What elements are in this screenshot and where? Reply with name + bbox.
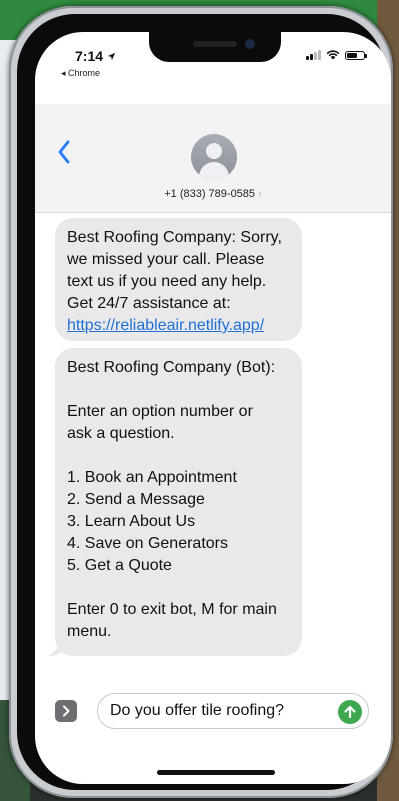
chevron-right-icon: › (258, 188, 262, 200)
phone-frame: 7:14 ◂ Chrome +1 (833) 789-0585 › Best R… (9, 6, 393, 798)
message-spacer (67, 577, 290, 599)
chevron-left-icon[interactable] (57, 140, 71, 169)
conversation-header: +1 (833) 789-0585 › (35, 104, 391, 213)
apps-button[interactable] (55, 700, 77, 722)
person-icon-body (199, 162, 229, 180)
message-input[interactable]: Do you offer tile roofing? (97, 693, 369, 729)
menu-option: 3. Learn About Us (67, 513, 196, 530)
arrow-up-icon (344, 705, 356, 719)
speaker-grille (193, 41, 237, 47)
message-line: Get 24/7 assistance at: (67, 295, 231, 312)
message-input-value: Do you offer tile roofing? (110, 702, 285, 719)
battery-icon (345, 51, 367, 60)
send-button[interactable] (338, 700, 362, 724)
menu-option: 4. Save on Generators (67, 535, 228, 552)
chevron-right-icon (63, 705, 70, 717)
cellular-signal-icon (306, 50, 321, 60)
contact-number[interactable]: +1 (833) 789-0585 › (35, 188, 391, 200)
message-line: Best Roofing Company (Bot): (67, 359, 276, 376)
message-spacer (67, 445, 290, 467)
message-bubble-2[interactable]: Best Roofing Company (Bot): Enter an opt… (55, 348, 302, 656)
message-line: Best Roofing Company: Sorry, (67, 229, 282, 246)
message-line: ask a question. (67, 425, 175, 442)
message-composer: Do you offer tile roofing? (35, 686, 391, 730)
contact-avatar[interactable] (191, 134, 237, 180)
back-to-chrome-link[interactable]: ◂ Chrome (61, 68, 100, 79)
notch (149, 32, 281, 62)
message-line: menu. (67, 623, 112, 640)
status-icons (306, 50, 367, 60)
home-indicator[interactable] (157, 770, 275, 775)
contact-number-text: +1 (833) 789-0585 (164, 188, 256, 200)
person-icon-head (206, 143, 222, 159)
menu-option: 2. Send a Message (67, 491, 205, 508)
message-line: Enter an option number or (67, 403, 253, 420)
front-camera (245, 39, 255, 49)
location-arrow-icon (107, 52, 116, 61)
message-line: we missed your call. Please (67, 251, 265, 268)
message-bubble-1[interactable]: Best Roofing Company: Sorry, we missed y… (55, 218, 302, 341)
message-line: text us if you need any help. (67, 273, 267, 290)
status-time: 7:14 (75, 48, 116, 64)
message-spacer (67, 379, 290, 401)
wifi-icon (326, 50, 340, 60)
menu-option: 1. Book an Appointment (67, 469, 237, 486)
messages-screen: 7:14 ◂ Chrome +1 (833) 789-0585 › Best R… (35, 32, 391, 784)
message-line: Enter 0 to exit bot, M for main (67, 601, 277, 618)
menu-option: 5. Get a Quote (67, 557, 172, 574)
message-link[interactable]: https://reliableair.netlify.app/ (67, 315, 290, 337)
